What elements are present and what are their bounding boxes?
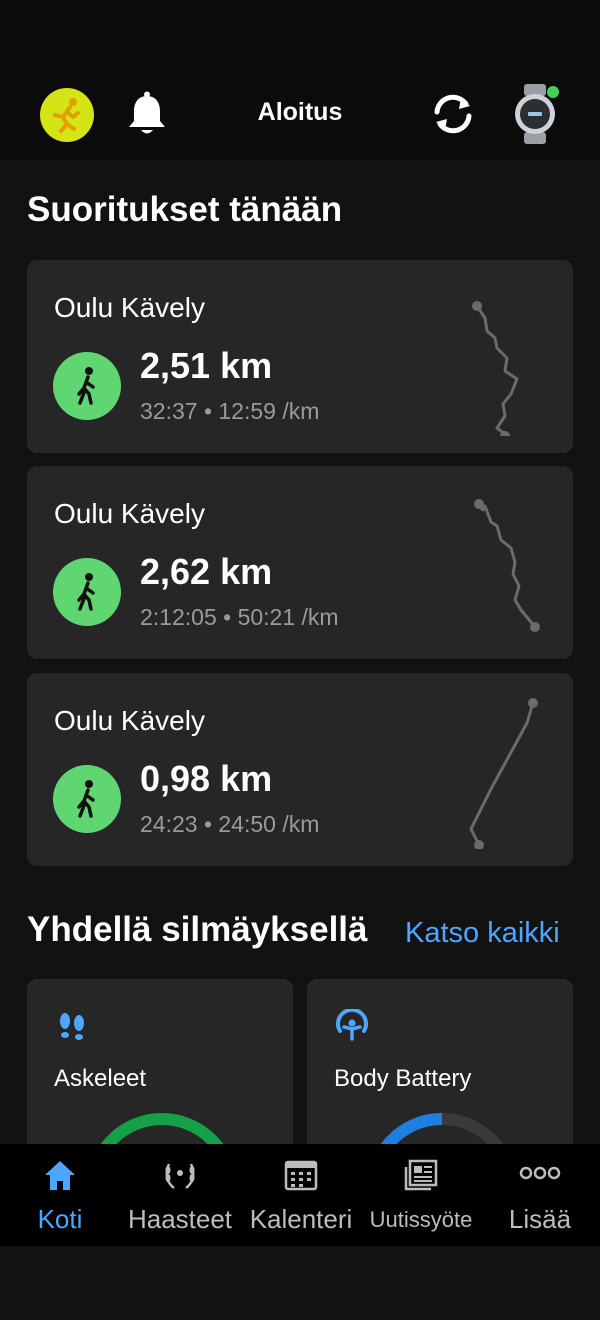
newsfeed-icon bbox=[404, 1159, 438, 1191]
activity-card[interactable]: Oulu Kävely 0,98 km 24:23 • 24:50 /km bbox=[27, 673, 573, 866]
steps-label: Askeleet bbox=[54, 1065, 147, 1092]
sync-icon[interactable] bbox=[428, 90, 478, 138]
system-area bbox=[0, 1246, 600, 1320]
activity-distance: 2,51 km bbox=[140, 345, 273, 386]
nav-label-more: Lisää bbox=[508, 1204, 572, 1234]
top-bar: Aloitus bbox=[0, 0, 600, 160]
laurel-icon bbox=[165, 1163, 195, 1189]
nav-item-challenges[interactable]: Haasteet bbox=[122, 1144, 238, 1246]
connection-status-dot bbox=[547, 86, 559, 98]
nav-item-newsfeed[interactable]: Uutissyöte bbox=[362, 1144, 480, 1246]
activity-distance: 2,62 km bbox=[140, 551, 273, 592]
route-map bbox=[469, 698, 538, 849]
more-icon bbox=[519, 1166, 561, 1180]
walking-icon bbox=[53, 558, 121, 626]
nav-label-challenges: Haasteet bbox=[127, 1204, 233, 1234]
walking-icon bbox=[53, 352, 121, 420]
activity-card[interactable]: Oulu Kävely 2,51 km 32:37 • 12:59 /km bbox=[27, 260, 573, 453]
body-battery-icon bbox=[336, 1009, 368, 1041]
body-battery-label: Body Battery bbox=[334, 1065, 472, 1092]
activity-time-pace: 24:23 • 24:50 /km bbox=[140, 811, 320, 837]
nav-item-calendar[interactable]: Kalenteri bbox=[244, 1144, 358, 1246]
activity-time-pace: 32:37 • 12:59 /km bbox=[140, 398, 320, 424]
see-all-link[interactable]: Katso kaikki bbox=[405, 917, 560, 950]
home-icon bbox=[45, 1161, 75, 1190]
section-title-glance: Yhdellä silmäyksellä bbox=[27, 910, 368, 949]
footsteps-icon bbox=[60, 1013, 84, 1040]
route-map bbox=[472, 301, 519, 436]
nav-label-calendar: Kalenteri bbox=[249, 1204, 353, 1234]
activity-name: Oulu Kävely bbox=[54, 498, 205, 529]
calendar-icon bbox=[284, 1160, 318, 1191]
route-map bbox=[473, 499, 540, 632]
nav-item-home[interactable]: Koti bbox=[20, 1144, 100, 1246]
nav-label-home: Koti bbox=[37, 1204, 83, 1234]
activity-distance: 0,98 km bbox=[140, 758, 273, 799]
activity-card[interactable]: Oulu Kävely 2,62 km 2:12:05 • 50:21 /km bbox=[27, 466, 573, 659]
activity-time-pace: 2:12:05 • 50:21 /km bbox=[140, 604, 339, 630]
bottom-navigation: Koti Haasteet Kalenteri Uutissyöte Lisää bbox=[0, 1144, 600, 1246]
section-title-today: Suoritukset tänään bbox=[27, 190, 343, 229]
activity-name: Oulu Kävely bbox=[54, 705, 205, 736]
activity-name: Oulu Kävely bbox=[54, 292, 205, 323]
walking-icon bbox=[53, 765, 121, 833]
nav-item-more[interactable]: Lisää bbox=[496, 1144, 584, 1246]
nav-label-newsfeed: Uutissyöte bbox=[369, 1207, 473, 1232]
